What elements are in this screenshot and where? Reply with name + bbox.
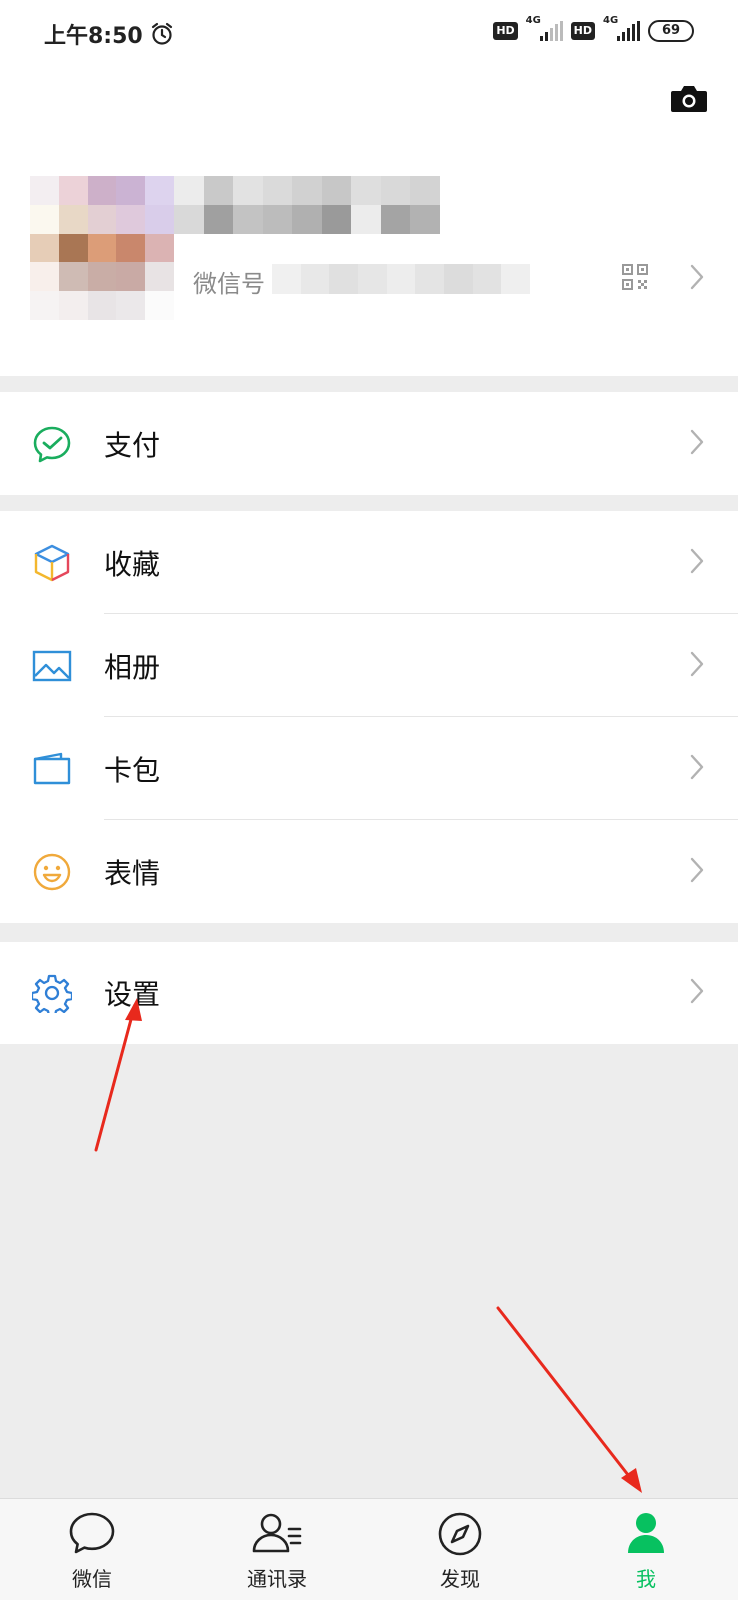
menu-item-album[interactable]: 相册 <box>0 614 738 717</box>
hd-badge: HD <box>570 22 595 40</box>
menu-group-features: 收藏 相册 卡包 表情 <box>0 511 738 923</box>
network-type-label: 4G <box>603 15 619 26</box>
album-icon <box>32 646 72 686</box>
tab-label: 发现 <box>440 1567 480 1591</box>
menu-item-label: 支付 <box>104 428 161 462</box>
menu-item-label: 相册 <box>104 650 161 684</box>
me-person-icon <box>626 1511 666 1559</box>
signal-2: 4G <box>603 15 640 41</box>
menu-item-label: 卡包 <box>104 753 161 787</box>
tab-label: 我 <box>636 1567 656 1591</box>
menu-group-settings: 设置 <box>0 942 738 1044</box>
chevron-right-icon <box>690 651 704 681</box>
compass-icon <box>437 1511 483 1561</box>
menu-item-pay[interactable]: 支付 <box>0 392 738 495</box>
tab-label: 通讯录 <box>247 1567 307 1591</box>
chat-bubble-icon <box>68 1511 116 1559</box>
chevron-right-icon <box>690 857 704 887</box>
status-time: 上午8:50 <box>44 24 143 49</box>
status-bar: 上午8:50 HD 4G HD 4G 69 <box>0 0 738 68</box>
contacts-icon <box>251 1511 303 1559</box>
menu-item-label: 表情 <box>104 856 161 890</box>
wechat-id-mosaic <box>272 264 530 294</box>
menu-item-label: 设置 <box>104 978 161 1011</box>
menu-item-stickers[interactable]: 表情 <box>0 820 738 923</box>
qr-code-icon[interactable] <box>622 264 648 294</box>
chevron-right-icon <box>690 754 704 784</box>
signal-1: 4G <box>526 15 563 41</box>
chevron-right-icon <box>690 548 704 578</box>
network-type-label: 4G <box>525 15 541 26</box>
card-wallet-icon <box>32 749 72 789</box>
chevron-right-icon <box>690 978 704 1008</box>
wechat-id-label: 微信号 <box>193 270 265 298</box>
gear-icon <box>30 973 74 1018</box>
sticker-smile-icon <box>32 852 72 892</box>
hd-badge: HD <box>493 22 518 40</box>
menu-item-favorites[interactable]: 收藏 <box>0 511 738 614</box>
nickname-mosaic <box>174 176 440 234</box>
profile-header[interactable]: 微信号 <box>0 68 738 376</box>
camera-icon[interactable] <box>670 84 708 118</box>
tab-discover[interactable]: 发现 <box>400 1499 520 1600</box>
chevron-right-icon <box>690 429 704 459</box>
avatar[interactable] <box>30 176 174 320</box>
favorites-cube-icon <box>32 543 72 583</box>
battery-indicator: 69 <box>648 20 694 42</box>
menu-item-label: 收藏 <box>104 547 161 581</box>
menu-group-pay: 支付 <box>0 392 738 495</box>
menu-item-settings[interactable]: 设置 <box>0 942 738 1044</box>
arrow-to-me-tab <box>496 1306 642 1493</box>
chevron-right-icon <box>690 264 704 294</box>
tab-label: 微信 <box>72 1567 112 1591</box>
alarm-clock-icon <box>150 22 174 50</box>
tab-me[interactable]: 我 <box>586 1499 706 1600</box>
status-indicators: HD 4G HD 4G 69 <box>493 15 694 42</box>
tab-bar: 微信 通讯录 发现 我 <box>0 1498 738 1600</box>
menu-item-card-wallet[interactable]: 卡包 <box>0 717 738 820</box>
tab-chats[interactable]: 微信 <box>32 1499 152 1600</box>
tab-contacts[interactable]: 通讯录 <box>217 1499 337 1600</box>
wechat-pay-icon <box>32 424 72 464</box>
